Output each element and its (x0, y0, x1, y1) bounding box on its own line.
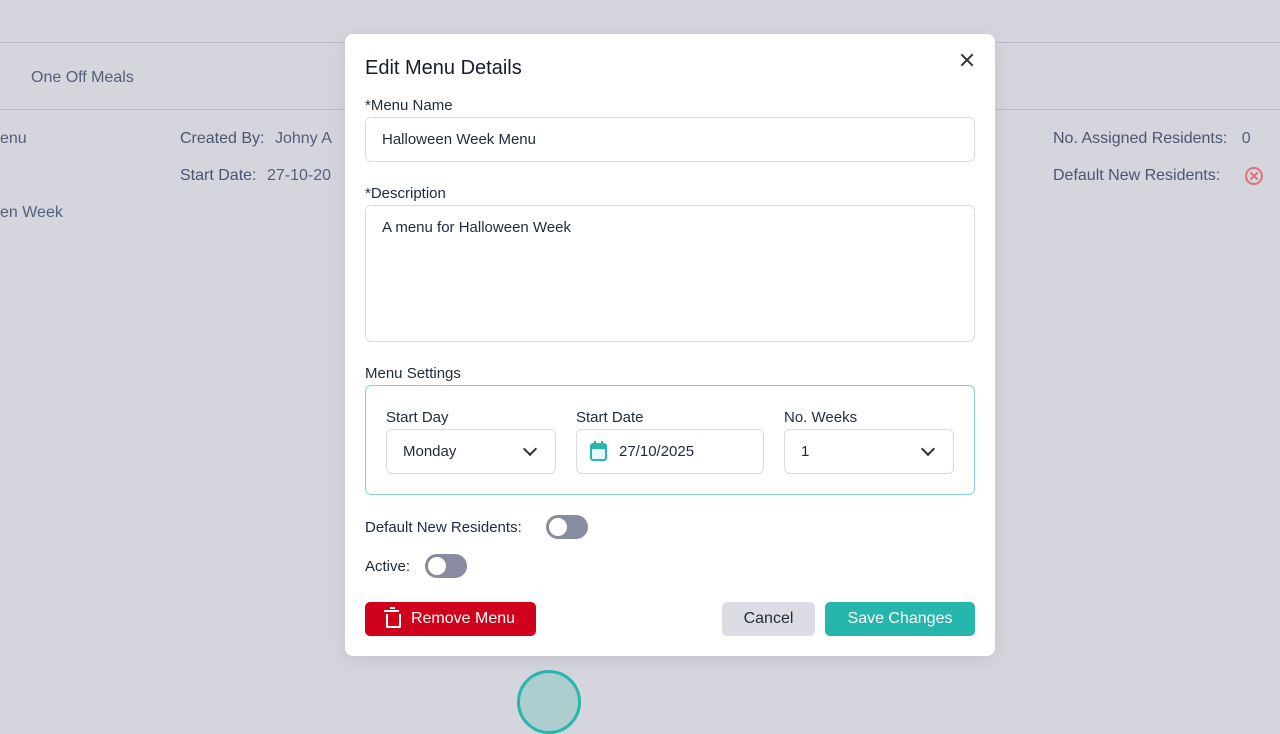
menu-settings-label: Menu Settings (365, 365, 461, 382)
menu-name-fragment: enu (0, 130, 27, 147)
created-by-value: Johny A (274, 130, 332, 147)
default-new-residents-label: Default New Residents: (1053, 167, 1221, 184)
loading-circle (517, 670, 581, 734)
default-new-residents-info: Default New Residents: (1053, 167, 1220, 185)
menu-settings-box: Start Day Monday Start Date 27/10/2025 N… (365, 385, 975, 495)
menu-name-label: *Menu Name (365, 97, 453, 114)
start-date-picker[interactable]: 27/10/2025 (576, 429, 764, 474)
start-day-label: Start Day (386, 409, 449, 426)
cancel-button[interactable]: Cancel (722, 602, 815, 636)
weeks-label: No. Weeks (784, 409, 858, 426)
created-by-info: Created By: Johny A (180, 130, 332, 148)
remove-menu-button[interactable]: Remove Menu (365, 602, 536, 636)
trash-icon (383, 606, 401, 628)
start-day-value: Monday (403, 443, 457, 460)
created-by-label: Created By: (180, 130, 265, 147)
tab-one-off-meals[interactable]: One Off Meals (31, 69, 134, 87)
start-date-label: Start Date (576, 409, 644, 426)
description-label: *Description (365, 185, 446, 202)
start-date-info: Start Date: 27-10-20 (180, 167, 331, 185)
start-day-select[interactable]: Monday (386, 429, 556, 474)
close-icon[interactable] (957, 50, 977, 70)
remove-menu-label: Remove Menu (410, 610, 516, 627)
x-circle-icon (1245, 167, 1263, 185)
active-toggle[interactable] (425, 554, 467, 578)
start-date-label: Start Date: (180, 167, 257, 184)
start-date-value: 27/10/2025 (619, 443, 695, 460)
weeks-value: 1 (801, 443, 810, 460)
edit-menu-modal: Edit Menu Details *Menu Name *Descriptio… (345, 34, 995, 656)
default-new-residents-label: Default New Residents: (365, 519, 522, 536)
description-textarea[interactable]: A menu for Halloween Week (365, 205, 975, 342)
menu-week-fragment: en Week (0, 204, 63, 221)
calendar-icon (590, 440, 607, 461)
toggle-knob (428, 557, 446, 575)
start-date-value: 27-10-20 (266, 167, 331, 184)
chevron-down-icon (920, 441, 936, 457)
menu-name-input[interactable] (365, 117, 975, 162)
modal-title: Edit Menu Details (365, 57, 522, 79)
toggle-knob (549, 518, 567, 536)
active-label: Active: (365, 558, 411, 575)
weeks-select[interactable]: 1 (784, 429, 954, 474)
save-changes-button[interactable]: Save Changes (825, 602, 975, 636)
assigned-residents-info: No. Assigned Residents: 0 (1053, 130, 1251, 148)
chevron-down-icon (522, 441, 538, 457)
default-new-residents-toggle[interactable] (546, 515, 588, 539)
assigned-residents-label: No. Assigned Residents: (1053, 130, 1228, 147)
assigned-residents-value: 0 (1241, 130, 1251, 147)
